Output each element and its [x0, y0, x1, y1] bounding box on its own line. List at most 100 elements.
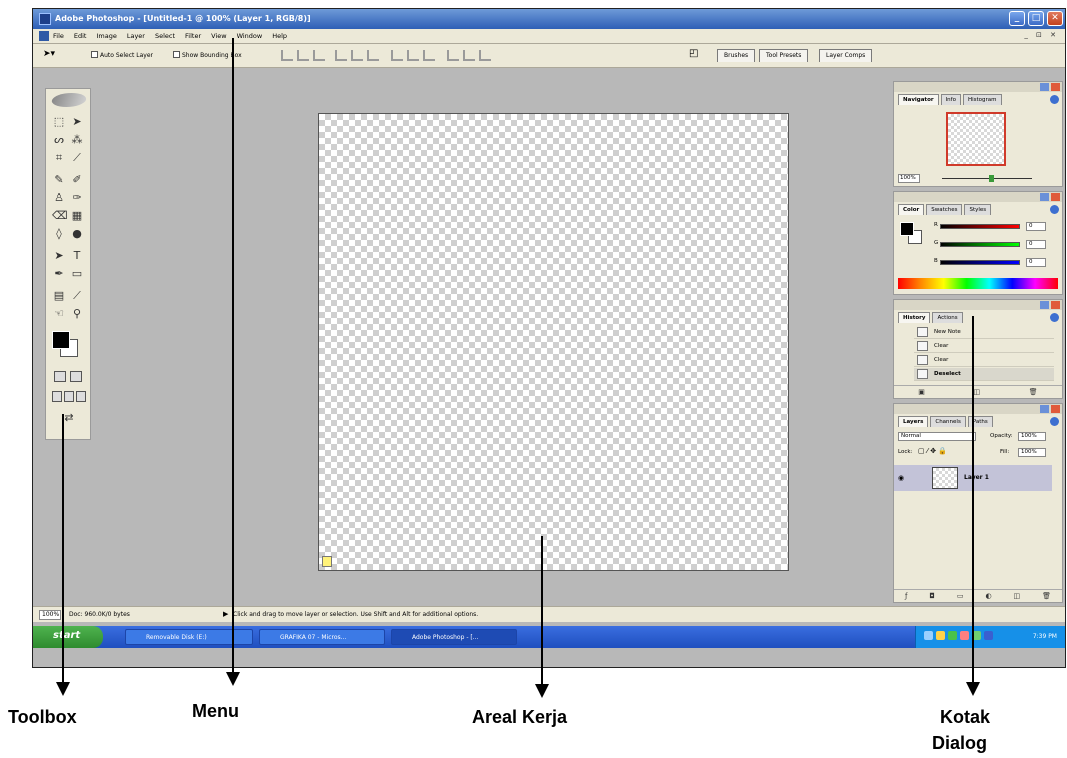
eyedropper-tool-icon[interactable]: ⟋ — [70, 289, 84, 302]
color-r-slider[interactable] — [940, 224, 1020, 229]
dodge-tool-icon[interactable]: ● — [70, 227, 84, 240]
fill-field[interactable]: 100% — [1018, 448, 1046, 457]
blend-mode-select[interactable]: Normal — [898, 432, 976, 441]
blur-tool-icon[interactable]: ◊ — [52, 227, 66, 240]
color-r-value[interactable]: 0 — [1026, 222, 1046, 231]
palette-menu-icon[interactable] — [1050, 417, 1059, 426]
new-layer-icon[interactable]: ◫ — [1014, 592, 1021, 600]
align-hcenter-icon[interactable] — [351, 50, 363, 61]
menu-image[interactable]: Image — [96, 32, 116, 40]
tab-layers[interactable]: Layers — [898, 416, 929, 427]
tab-styles[interactable]: Styles — [964, 204, 992, 215]
menu-view[interactable]: View — [211, 32, 226, 40]
tab-swatches[interactable]: Swatches — [926, 204, 963, 215]
align-bottom-icon[interactable] — [313, 50, 325, 61]
start-button[interactable]: start — [33, 626, 103, 648]
history-state[interactable]: New Note — [914, 326, 1054, 339]
gradient-tool-icon[interactable]: ▦ — [70, 209, 84, 222]
distribute-bottom-icon[interactable] — [423, 50, 435, 61]
tab-histogram[interactable]: Histogram — [962, 94, 1002, 105]
palette-header[interactable] — [894, 192, 1062, 202]
notes-tool-icon[interactable]: ▤ — [52, 289, 66, 302]
palette-close-button[interactable] — [1051, 83, 1060, 91]
taskbar-photoshop[interactable]: Adobe Photoshop - [... — [391, 629, 517, 645]
tab-history[interactable]: History — [898, 312, 931, 323]
document-window-controls[interactable]: _ ⊡ ✕ — [1024, 31, 1059, 39]
delete-layer-icon[interactable]: 🗑 — [1042, 592, 1051, 600]
layer-mask-icon[interactable]: ◘ — [929, 592, 935, 600]
palette-header[interactable] — [894, 300, 1062, 310]
palette-well-icon[interactable]: ◰ — [689, 48, 698, 59]
palette-minimize-button[interactable] — [1040, 193, 1049, 201]
zoom-tool-icon[interactable]: ⚲ — [70, 307, 84, 320]
eraser-tool-icon[interactable]: ⌫ — [52, 209, 68, 222]
tab-actions[interactable]: Actions — [932, 312, 963, 323]
document-icon[interactable] — [39, 31, 49, 41]
color-b-value[interactable]: 0 — [1026, 258, 1046, 267]
history-state[interactable]: Clear — [914, 340, 1054, 353]
palette-menu-icon[interactable] — [1050, 313, 1059, 322]
status-zoom-field[interactable]: 100% — [39, 610, 61, 620]
palette-header[interactable] — [894, 82, 1062, 92]
tray-bluetooth-icon[interactable] — [984, 631, 993, 640]
align-left-icon[interactable] — [335, 50, 347, 61]
tab-channels[interactable]: Channels — [930, 416, 966, 427]
palette-close-button[interactable] — [1051, 301, 1060, 309]
color-g-value[interactable]: 0 — [1026, 240, 1046, 249]
minimize-button[interactable]: _ — [1009, 11, 1025, 26]
lasso-tool-icon[interactable]: ᔕ — [52, 133, 66, 146]
history-state[interactable]: Clear — [914, 354, 1054, 367]
auto-select-layer-checkbox[interactable]: Auto Select Layer — [91, 51, 153, 59]
pen-tool-icon[interactable]: ✒ — [52, 267, 66, 280]
menu-filter[interactable]: Filter — [185, 32, 201, 40]
crop-tool-icon[interactable]: ⌗ — [52, 151, 66, 164]
new-snapshot-icon[interactable]: ◫ — [974, 388, 981, 396]
palette-minimize-button[interactable] — [1040, 405, 1049, 413]
distribute-left-icon[interactable] — [447, 50, 459, 61]
history-brush-tool-icon[interactable]: ✑ — [70, 191, 84, 204]
tray-shield-icon[interactable] — [948, 631, 957, 640]
tray-folder-icon[interactable] — [936, 631, 945, 640]
hand-tool-icon[interactable]: ☜ — [52, 307, 66, 320]
menu-edit[interactable]: Edit — [74, 32, 87, 40]
close-button[interactable]: ✕ — [1047, 11, 1063, 26]
menu-window[interactable]: Window — [237, 32, 263, 40]
align-vcenter-icon[interactable] — [297, 50, 309, 61]
distribute-hcenter-icon[interactable] — [463, 50, 475, 61]
foreground-color-swatch[interactable] — [52, 331, 70, 349]
screen-mode-full-icon[interactable] — [76, 391, 86, 402]
menu-layer[interactable]: Layer — [127, 32, 145, 40]
marquee-tool-icon[interactable]: ⬚ — [52, 115, 66, 128]
navigator-zoom-knob[interactable] — [989, 175, 994, 182]
navigator-zoom-slider[interactable] — [942, 178, 1032, 179]
healing-brush-tool-icon[interactable]: ✎ — [52, 173, 66, 186]
palette-close-button[interactable] — [1051, 405, 1060, 413]
tab-navigator[interactable]: Navigator — [898, 94, 939, 105]
screen-mode-menubar-icon[interactable] — [64, 391, 74, 402]
jump-to-imageready-icon[interactable]: ⇄ — [54, 411, 84, 424]
new-group-icon[interactable]: ▭ — [957, 592, 964, 600]
path-selection-tool-icon[interactable]: ➤ — [52, 249, 66, 262]
palette-header[interactable] — [894, 404, 1062, 414]
tray-volume-icon[interactable] — [960, 631, 969, 640]
brush-tool-icon[interactable]: ✐ — [70, 173, 84, 186]
quick-mask-mode-icon[interactable] — [70, 371, 82, 382]
navigator-zoom-field[interactable]: 100% — [898, 174, 920, 183]
navigator-thumbnail[interactable] — [946, 112, 1006, 166]
opacity-field[interactable]: 100% — [1018, 432, 1046, 441]
palette-menu-icon[interactable] — [1050, 205, 1059, 214]
align-top-icon[interactable] — [281, 50, 293, 61]
tab-color[interactable]: Color — [898, 204, 925, 215]
taskbar-word-document[interactable]: GRAFIKA 07 - Micros... — [259, 629, 385, 645]
new-document-from-state-icon[interactable]: ▣ — [918, 388, 925, 396]
palette-close-button[interactable] — [1051, 193, 1060, 201]
slice-tool-icon[interactable]: ⟋ — [70, 151, 84, 164]
palette-minimize-button[interactable] — [1040, 83, 1049, 91]
clone-stamp-tool-icon[interactable]: ♙ — [52, 191, 66, 204]
color-g-slider[interactable] — [940, 242, 1020, 247]
document-canvas[interactable] — [318, 113, 789, 571]
menu-file[interactable]: File — [53, 32, 64, 40]
adobe-feather-logo[interactable] — [49, 93, 89, 107]
palette-menu-icon[interactable] — [1050, 95, 1059, 104]
tray-network-icon[interactable] — [924, 631, 933, 640]
